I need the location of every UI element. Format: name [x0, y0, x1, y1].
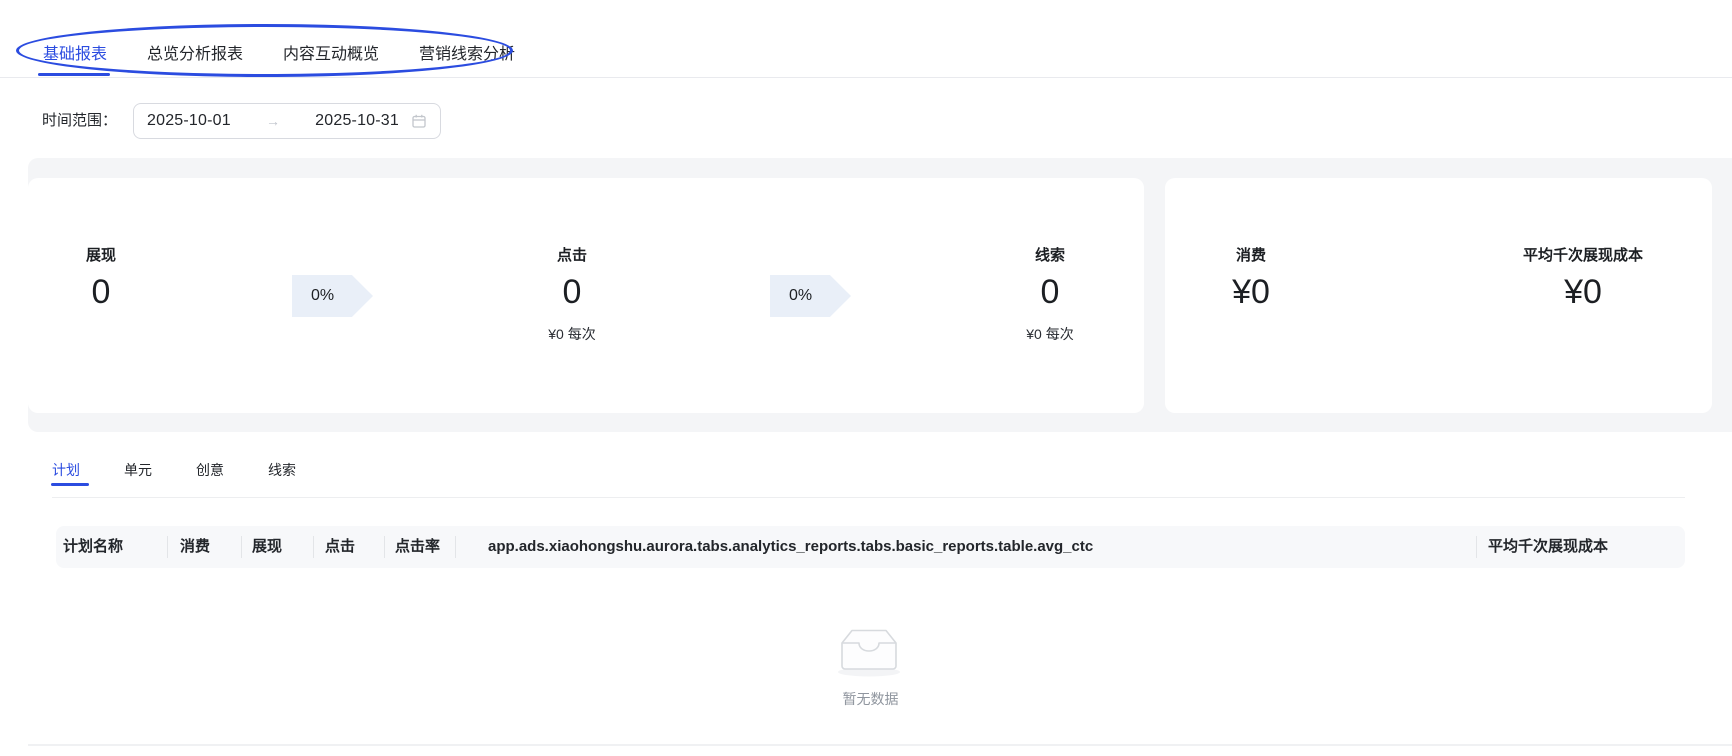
stat-impressions: 展现 0 [41, 247, 161, 311]
range-arrow-icon: → [266, 113, 280, 129]
report-tabbar: 基础报表 总览分析报表 内容互动概览 营销线索分析 [0, 0, 1732, 78]
stat-leads: 线索 0 ¥0 每次 [990, 247, 1110, 343]
stat-spend-value: ¥0 [1232, 273, 1270, 311]
date-range-label: 时间范围： [42, 112, 118, 129]
stat-leads-label: 线索 [1034, 247, 1065, 264]
analytics-report-page: 基础报表 总览分析报表 内容互动概览 营销线索分析 时间范围： 2025-10-… [0, 0, 1732, 756]
cost-stats-card: 消费 ¥0 平均千次展现成本 ¥0 [1165, 178, 1712, 413]
tab-basic-report[interactable]: 基础报表 [37, 27, 111, 77]
calendar-icon[interactable] [411, 113, 427, 129]
stat-spend: 消费 ¥0 [1191, 247, 1311, 311]
tab-plan[interactable]: 计划 [51, 452, 89, 487]
column-header-spend: 消费 [168, 526, 242, 568]
entity-tabbar: 计划 单元 创意 线索 [51, 452, 1685, 498]
lead-rate-chevron-badge: 0% [770, 275, 851, 317]
stat-leads-cost: ¥0 每次 [1026, 326, 1074, 342]
stat-clicks-value: 0 [562, 273, 582, 311]
stat-clicks-cost: ¥0 每次 [548, 326, 596, 342]
column-header-avg-ctc-i18n-key: app.ads.xiaohongshu.aurora.tabs.analytic… [456, 526, 1477, 568]
column-header-impressions: 展现 [242, 526, 314, 568]
stat-clicks-label: 点击 [556, 247, 587, 264]
column-header-avg-cpm: 平均千次展现成本 [1488, 538, 1609, 555]
stat-impressions-label: 展现 [85, 247, 116, 264]
tab-leads[interactable]: 线索 [268, 452, 296, 487]
empty-state-icon [838, 629, 900, 677]
column-header-ctr: 点击率 [385, 526, 456, 568]
tab-marketing-leads-analysis[interactable]: 营销线索分析 [419, 27, 515, 77]
stat-spend-label: 消费 [1235, 247, 1266, 264]
stat-clicks: 点击 0 ¥0 每次 [512, 247, 632, 343]
column-header-plan-name: 计划名称 [56, 526, 168, 568]
start-date-value: 2025-10-01 [147, 112, 231, 129]
stat-leads-value: 0 [1040, 273, 1060, 311]
tab-creative[interactable]: 创意 [196, 452, 224, 487]
tab-unit[interactable]: 单元 [124, 452, 152, 487]
table-header-row: 计划名称 消费 展现 点击 点击率 app.ads.xiaohongshu.au… [56, 526, 1685, 568]
end-date-value: 2025-10-31 [315, 112, 399, 129]
empty-state-text: 暂无数据 [842, 691, 899, 707]
stat-avg-cpm-value: ¥0 [1564, 273, 1602, 311]
stat-avg-cpm: 平均千次展现成本 ¥0 [1503, 247, 1663, 311]
column-header-clicks: 点击 [314, 526, 385, 568]
ctr-chevron-badge: 0% [292, 275, 373, 317]
footer-divider [28, 744, 1732, 746]
summary-section: 展现 0 0% 点击 0 ¥0 每次 0% 线索 0 ¥0 每次 消费 ¥0 平… [28, 158, 1732, 432]
tab-overview-analysis-report[interactable]: 总览分析报表 [147, 27, 243, 77]
stat-impressions-value: 0 [91, 273, 111, 311]
funnel-stats-card: 展现 0 0% 点击 0 ¥0 每次 0% 线索 0 ¥0 每次 [28, 178, 1144, 413]
stat-avg-cpm-label: 平均千次展现成本 [1522, 247, 1643, 264]
tab-content-interaction-overview[interactable]: 内容互动概览 [283, 27, 379, 77]
date-range-picker[interactable]: 2025-10-01 → 2025-10-31 [133, 103, 441, 139]
